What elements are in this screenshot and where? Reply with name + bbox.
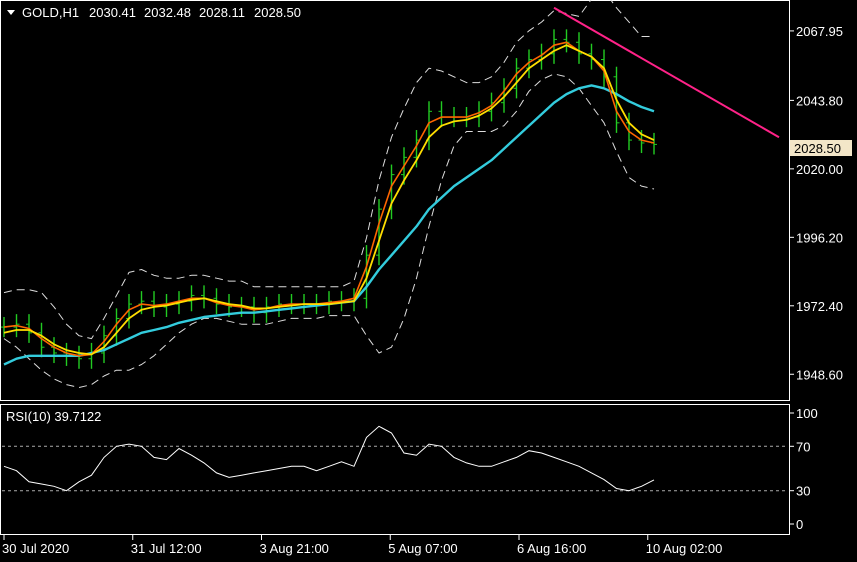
time-axis-label: 30 Jul 2020 xyxy=(2,541,69,556)
price-axis-label: 1948.60 xyxy=(796,367,843,382)
symbol-label: GOLD,H1 xyxy=(22,5,79,20)
price-axis-label: 2043.80 xyxy=(796,93,843,108)
rsi-title: RSI(10) 39.7122 xyxy=(6,409,101,424)
high-value: 2032.48 xyxy=(144,5,191,20)
price-axis-label: 1972.40 xyxy=(796,299,843,314)
price-axis-label: 2020.00 xyxy=(796,162,843,177)
current-price-label: 2028.50 xyxy=(794,141,841,156)
chart-canvas[interactable]: GOLD,H1 2030.41 2032.48 2028.11 2028.50 … xyxy=(0,0,857,562)
time-axis-label: 5 Aug 07:00 xyxy=(388,541,457,556)
time-axis-label: 10 Aug 02:00 xyxy=(646,541,723,556)
price-axis-label: 1996.20 xyxy=(796,230,843,245)
rsi-axis-label: 0 xyxy=(796,517,803,532)
rsi-axis-label: 100 xyxy=(796,406,818,421)
price-axis-label: 2067.95 xyxy=(796,24,843,39)
time-axis-label: 6 Aug 16:00 xyxy=(517,541,586,556)
chart-background xyxy=(0,0,857,562)
time-axis-label: 31 Jul 12:00 xyxy=(131,541,202,556)
rsi-axis-label: 30 xyxy=(796,484,810,499)
close-value: 2028.50 xyxy=(254,5,301,20)
rsi-axis-label: 70 xyxy=(796,439,810,454)
low-value: 2028.11 xyxy=(199,5,245,20)
time-axis-label: 3 Aug 21:00 xyxy=(260,541,329,556)
open-value: 2030.41 xyxy=(89,5,136,20)
